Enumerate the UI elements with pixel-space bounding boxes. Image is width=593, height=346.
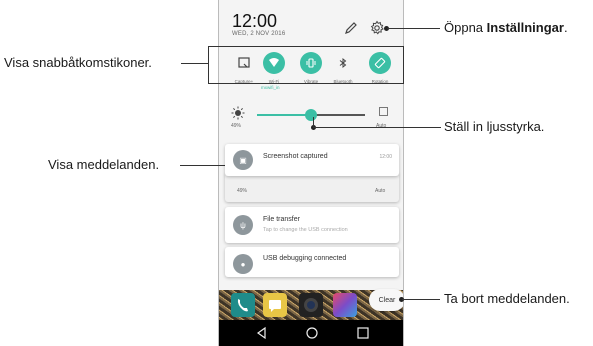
callout-brightness: Ställ in ljusstyrka.: [444, 119, 545, 134]
callout-bracket-right: [403, 46, 404, 84]
callout-quick-settings: Visa snabbåtkomstikoner.: [4, 55, 152, 70]
callout-line-settings: [387, 28, 440, 29]
notification-title: File transfer: [263, 216, 300, 223]
behind-card-level: 49%: [237, 188, 248, 194]
behind-card-auto: Auto: [375, 188, 386, 194]
date: WED, 2 NOV 2016: [232, 31, 286, 37]
auto-brightness-checkbox[interactable]: [379, 107, 388, 116]
notification-title: USB debugging connected: [263, 255, 347, 262]
gallery-app-icon[interactable]: [333, 293, 357, 317]
callout-settings: Öppna Inställningar.: [444, 20, 568, 35]
phone-app-icon[interactable]: [231, 293, 255, 317]
callout-notifications: Visa meddelanden.: [48, 157, 160, 172]
auto-brightness-label: Auto: [376, 123, 387, 129]
notification-usb-debugging[interactable]: ● USB debugging connected: [225, 247, 399, 277]
image-icon: ▣: [233, 150, 253, 170]
callout-clear: Ta bort meddelanden.: [444, 291, 570, 306]
notification-file-transfer[interactable]: ψ File transfer Tap to change the USB co…: [225, 207, 399, 243]
navigation-bar: [219, 320, 403, 346]
brightness-slider-thumb[interactable]: [305, 109, 317, 121]
notification-shade: 12:00 WED, 2 NOV 2016 Capture+ Wi-Fi Vib…: [219, 0, 403, 290]
notification-screenshot[interactable]: ▣ Screenshot captured 12:00: [225, 144, 399, 176]
notification-text: Tap to change the USB connection: [263, 227, 348, 233]
camera-app-icon[interactable]: [299, 293, 323, 317]
wifi-network-name: mxwifi_in: [261, 85, 280, 90]
settings-gear-icon[interactable]: [369, 20, 385, 36]
usb-icon: ψ: [233, 215, 253, 235]
callout-line-clear: [402, 299, 440, 300]
recent-apps-icon[interactable]: [356, 326, 370, 340]
home-icon[interactable]: [305, 326, 319, 340]
callout-stem-brightness: [313, 117, 314, 127]
notification-time: 12:00: [379, 154, 392, 160]
callout-line-brightness: [313, 127, 441, 128]
callout-line-quick-settings: [181, 63, 208, 64]
brightness-fill: [257, 114, 311, 116]
back-icon[interactable]: [255, 326, 269, 340]
messaging-app-icon[interactable]: [263, 293, 287, 317]
notification-behind-card: 49% Auto: [225, 172, 399, 202]
edit-pencil-icon[interactable]: [343, 20, 359, 36]
brightness-icon: [231, 106, 245, 120]
callout-bracket-quick-settings: [208, 46, 404, 84]
notification-title: Screenshot captured: [263, 153, 328, 160]
clock: 12:00: [232, 11, 278, 31]
brightness-level: 49%: [231, 123, 242, 129]
android-icon: ●: [233, 254, 253, 274]
